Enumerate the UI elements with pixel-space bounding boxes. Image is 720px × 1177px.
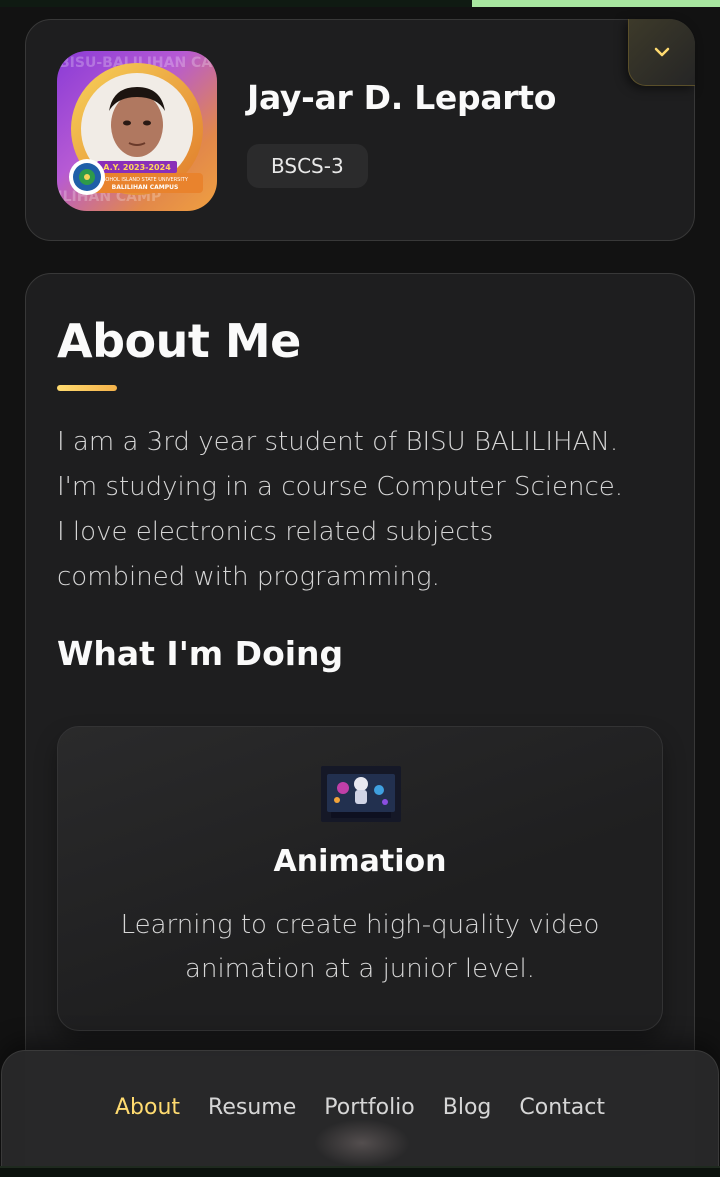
- nav-link-about[interactable]: About: [101, 1091, 194, 1125]
- avatar-year-text: A.Y. 2023-2024: [103, 163, 171, 172]
- bottom-system-bar: [0, 1166, 720, 1177]
- service-text-line: Learning to create high-quality video: [120, 910, 600, 940]
- avatar-campus-text: BALILIHAN CAMPUS: [112, 184, 179, 191]
- about-text-line: I am a 3rd year student of BISU BALILIHA…: [57, 427, 619, 457]
- nav-glow: [314, 1119, 410, 1167]
- about-text-line: I love electronics related subjects: [57, 517, 494, 547]
- nav-link-resume[interactable]: Resume: [194, 1091, 310, 1125]
- nav-link-contact[interactable]: Contact: [505, 1091, 619, 1125]
- avatar-school-text: BOHOL ISLAND STATE UNIVERSITY: [102, 177, 189, 183]
- service-card-animation: Animation Learning to create high-qualit…: [57, 726, 663, 1031]
- bottom-navbar: About Resume Portfolio Blog Contact: [1, 1050, 719, 1168]
- profile-card: BISU-BALILIHAN CAMP BALILIHAN CAMP A.Y. …: [25, 19, 695, 241]
- show-contacts-button[interactable]: [628, 19, 695, 86]
- title-badge: BSCS-3: [247, 144, 368, 188]
- nav-link-blog[interactable]: Blog: [429, 1091, 506, 1125]
- page-title: About Me: [57, 314, 301, 368]
- nav-list: About Resume Portfolio Blog Contact: [2, 1091, 718, 1125]
- chevron-down-icon: [654, 47, 670, 57]
- about-text-line: I'm studying in a course Computer Scienc…: [57, 472, 623, 502]
- profile-name: Jay-ar D. Leparto: [247, 78, 557, 117]
- nav-link-portfolio[interactable]: Portfolio: [310, 1091, 429, 1125]
- animation-icon: [321, 766, 401, 822]
- about-text-line: combined with programming.: [57, 562, 440, 592]
- about-article: About Me I am a 3rd year student of BISU…: [25, 273, 695, 1177]
- service-text: Learning to create high-quality video an…: [88, 903, 632, 991]
- top-status-bar: [0, 0, 720, 7]
- services-title: What I'm Doing: [57, 634, 344, 673]
- service-text-line: animation at a junior level.: [185, 954, 535, 984]
- service-title: Animation: [273, 844, 447, 879]
- avatar: BISU-BALILIHAN CAMP BALILIHAN CAMP A.Y. …: [57, 51, 217, 211]
- top-progress-fill: [472, 0, 720, 7]
- title-underline: [57, 385, 117, 391]
- about-text: I am a 3rd year student of BISU BALILIHA…: [57, 420, 677, 600]
